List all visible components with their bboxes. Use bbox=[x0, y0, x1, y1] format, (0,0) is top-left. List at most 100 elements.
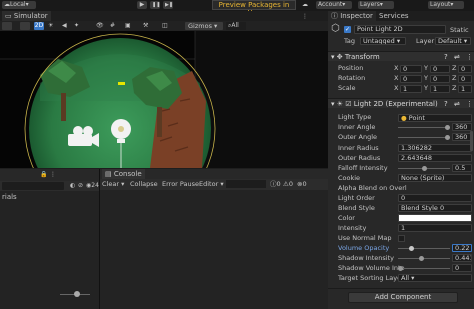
object-name-input[interactable]: Point Light 2D bbox=[354, 25, 446, 34]
cookie-label: Cookie bbox=[338, 174, 361, 182]
inner-angle-field[interactable]: 360 bbox=[452, 123, 472, 131]
volume-opacity-label: Volume Opacity bbox=[338, 244, 390, 252]
shadow-volume-slider[interactable] bbox=[398, 264, 450, 273]
audio-toggle-icon[interactable]: ◀ bbox=[62, 22, 70, 30]
light2d-title: Light 2D (Experimental) bbox=[353, 100, 438, 108]
filter-icon[interactable]: ◐ bbox=[70, 182, 75, 189]
preview-packages-notice[interactable]: Preview Packages in Use bbox=[212, 0, 296, 17]
visibility-icon[interactable]: ⊘ bbox=[78, 182, 83, 189]
scene-tools-icon[interactable]: ◫ bbox=[162, 22, 172, 30]
light2d-header[interactable]: ▾ ☀ ☑ Light 2D (Experimental) ? ⇌ ⋮ bbox=[328, 98, 474, 108]
settings-icon[interactable]: ⇌ bbox=[454, 99, 460, 109]
panel-menu-icon[interactable]: ⋮ bbox=[50, 171, 56, 178]
light-icon: ☀ bbox=[336, 100, 344, 108]
collapse-button[interactable]: Collapse bbox=[130, 180, 158, 189]
account-dropdown[interactable]: Account▾ bbox=[316, 1, 352, 9]
static-toggle[interactable]: Static bbox=[450, 26, 469, 34]
error-count: 0 bbox=[302, 180, 307, 188]
shadow-volume-field[interactable]: 0 bbox=[452, 264, 472, 272]
move-tool-icon[interactable] bbox=[20, 22, 30, 30]
scene-viewport[interactable] bbox=[0, 31, 328, 168]
help-icon[interactable]: ? bbox=[444, 99, 448, 109]
scale-x-field[interactable]: 1 bbox=[400, 85, 422, 93]
hand-tool-icon[interactable] bbox=[2, 22, 12, 30]
light-type-dropdown[interactable]: ● Point bbox=[398, 114, 472, 122]
layout-dropdown[interactable]: Layout▾ bbox=[428, 1, 464, 9]
visibility-icon[interactable]: 👁 bbox=[96, 22, 106, 30]
local-dropdown[interactable]: ☁Local▾ bbox=[2, 1, 36, 9]
inner-radius-field[interactable]: 1.306282 bbox=[398, 144, 472, 152]
shadow-intensity-slider[interactable] bbox=[398, 254, 450, 263]
cookie-field[interactable]: None (Sprite) bbox=[398, 174, 472, 182]
position-y-field[interactable]: 0 bbox=[430, 65, 450, 73]
slider-knob[interactable] bbox=[422, 166, 427, 171]
project-search-input[interactable] bbox=[2, 182, 64, 190]
slider-knob[interactable] bbox=[398, 266, 403, 271]
pause-button[interactable]: ❚❚ bbox=[150, 1, 160, 9]
slider-knob[interactable] bbox=[409, 246, 414, 251]
normal-map-checkbox[interactable] bbox=[398, 235, 405, 242]
layers-dropdown[interactable]: Layers▾ bbox=[358, 1, 394, 9]
layer-dropdown[interactable]: Default ▾ bbox=[435, 37, 471, 45]
rotation-x-field[interactable]: 0 bbox=[400, 75, 422, 83]
scale-z-field[interactable]: 1 bbox=[458, 85, 472, 93]
tools-icon[interactable]: ⚒ bbox=[143, 22, 153, 30]
volume-opacity-field[interactable]: 0.22 bbox=[452, 244, 472, 252]
editor-dropdown[interactable]: Editor ▾ bbox=[199, 180, 224, 189]
scene-search-input[interactable]: ⌕All bbox=[226, 22, 246, 30]
transform-header[interactable]: ▾ ✥ Transform ? ⇌ ⋮ bbox=[328, 51, 474, 61]
clear-dropdown[interactable]: Clear ▾ bbox=[102, 180, 124, 189]
rotation-z-field[interactable]: 0 bbox=[458, 75, 472, 83]
falloff-slider[interactable] bbox=[398, 164, 450, 173]
tab-console[interactable]: ▤ Console bbox=[102, 169, 145, 179]
settings-icon[interactable]: ⇌ bbox=[454, 52, 460, 62]
lock-icon[interactable]: 🔒 bbox=[40, 171, 47, 178]
component-enabled-checkbox[interactable]: ☑ bbox=[345, 100, 351, 108]
outer-radius-field[interactable]: 2.643648 bbox=[398, 154, 472, 162]
inner-angle-slider[interactable] bbox=[398, 123, 450, 132]
2d-toggle[interactable]: 2D bbox=[34, 22, 44, 30]
zoom-slider-knob[interactable] bbox=[74, 291, 80, 297]
play-button[interactable]: ▶ bbox=[137, 1, 147, 9]
scale-y-field[interactable]: 1 bbox=[430, 85, 450, 93]
tab-simulator[interactable]: ▭ Simulator bbox=[2, 11, 51, 21]
effects-toggle-icon[interactable]: ✦ bbox=[74, 22, 84, 30]
inspector-scrollbar[interactable] bbox=[470, 131, 473, 151]
slider-knob[interactable] bbox=[445, 135, 450, 140]
active-checkbox[interactable]: ✓ bbox=[344, 26, 351, 33]
panel-menu-icon[interactable]: ⋮ bbox=[466, 52, 473, 62]
log-toggle[interactable]: ⓘ0 bbox=[270, 180, 281, 189]
collab-icon[interactable]: ☁ bbox=[300, 1, 310, 9]
slider-knob[interactable] bbox=[445, 125, 450, 130]
volume-opacity-slider[interactable] bbox=[398, 244, 450, 253]
add-component-button[interactable]: Add Component bbox=[348, 292, 458, 303]
gizmos-dropdown[interactable]: Gizmos ▾ bbox=[185, 22, 223, 30]
falloff-field[interactable]: 0.5 bbox=[452, 164, 472, 172]
tab-services[interactable]: Services bbox=[376, 11, 412, 21]
grid-icon[interactable]: # bbox=[110, 22, 120, 30]
intensity-field[interactable]: 1 bbox=[398, 224, 472, 232]
outer-angle-slider[interactable] bbox=[398, 133, 450, 142]
console-search-input[interactable] bbox=[226, 180, 266, 188]
outer-angle-field[interactable]: 360 bbox=[452, 133, 472, 141]
color-swatch[interactable] bbox=[398, 214, 472, 222]
blend-style-dropdown[interactable]: Blend Style 0 bbox=[398, 204, 472, 212]
position-z-field[interactable]: 0 bbox=[458, 65, 472, 73]
position-x-field[interactable]: 0 bbox=[400, 65, 422, 73]
light-toggle-icon[interactable]: ☀ bbox=[48, 22, 56, 30]
rotation-y-field[interactable]: 0 bbox=[430, 75, 450, 83]
warning-toggle[interactable]: ⚠0 bbox=[283, 180, 293, 189]
error-toggle[interactable]: ⊗0 bbox=[297, 180, 307, 189]
target-layer-dropdown[interactable]: All ▾ bbox=[398, 274, 472, 282]
slider-knob[interactable] bbox=[419, 256, 424, 261]
step-button[interactable]: ▶❚ bbox=[163, 1, 173, 9]
tag-dropdown[interactable]: Untagged ▾ bbox=[360, 37, 406, 45]
light-order-field[interactable]: 0 bbox=[398, 194, 472, 202]
panel-menu-icon[interactable]: ⋮ bbox=[302, 13, 308, 20]
tab-inspector[interactable]: ⓘ Inspector bbox=[328, 11, 376, 21]
error-pause-button[interactable]: Error Pause bbox=[162, 180, 199, 189]
shadow-intensity-field[interactable]: 0.441 bbox=[452, 254, 472, 262]
help-icon[interactable]: ? bbox=[444, 52, 448, 62]
panel-menu-icon[interactable]: ⋮ bbox=[466, 99, 473, 109]
camera-icon[interactable]: ▣ bbox=[125, 22, 135, 30]
